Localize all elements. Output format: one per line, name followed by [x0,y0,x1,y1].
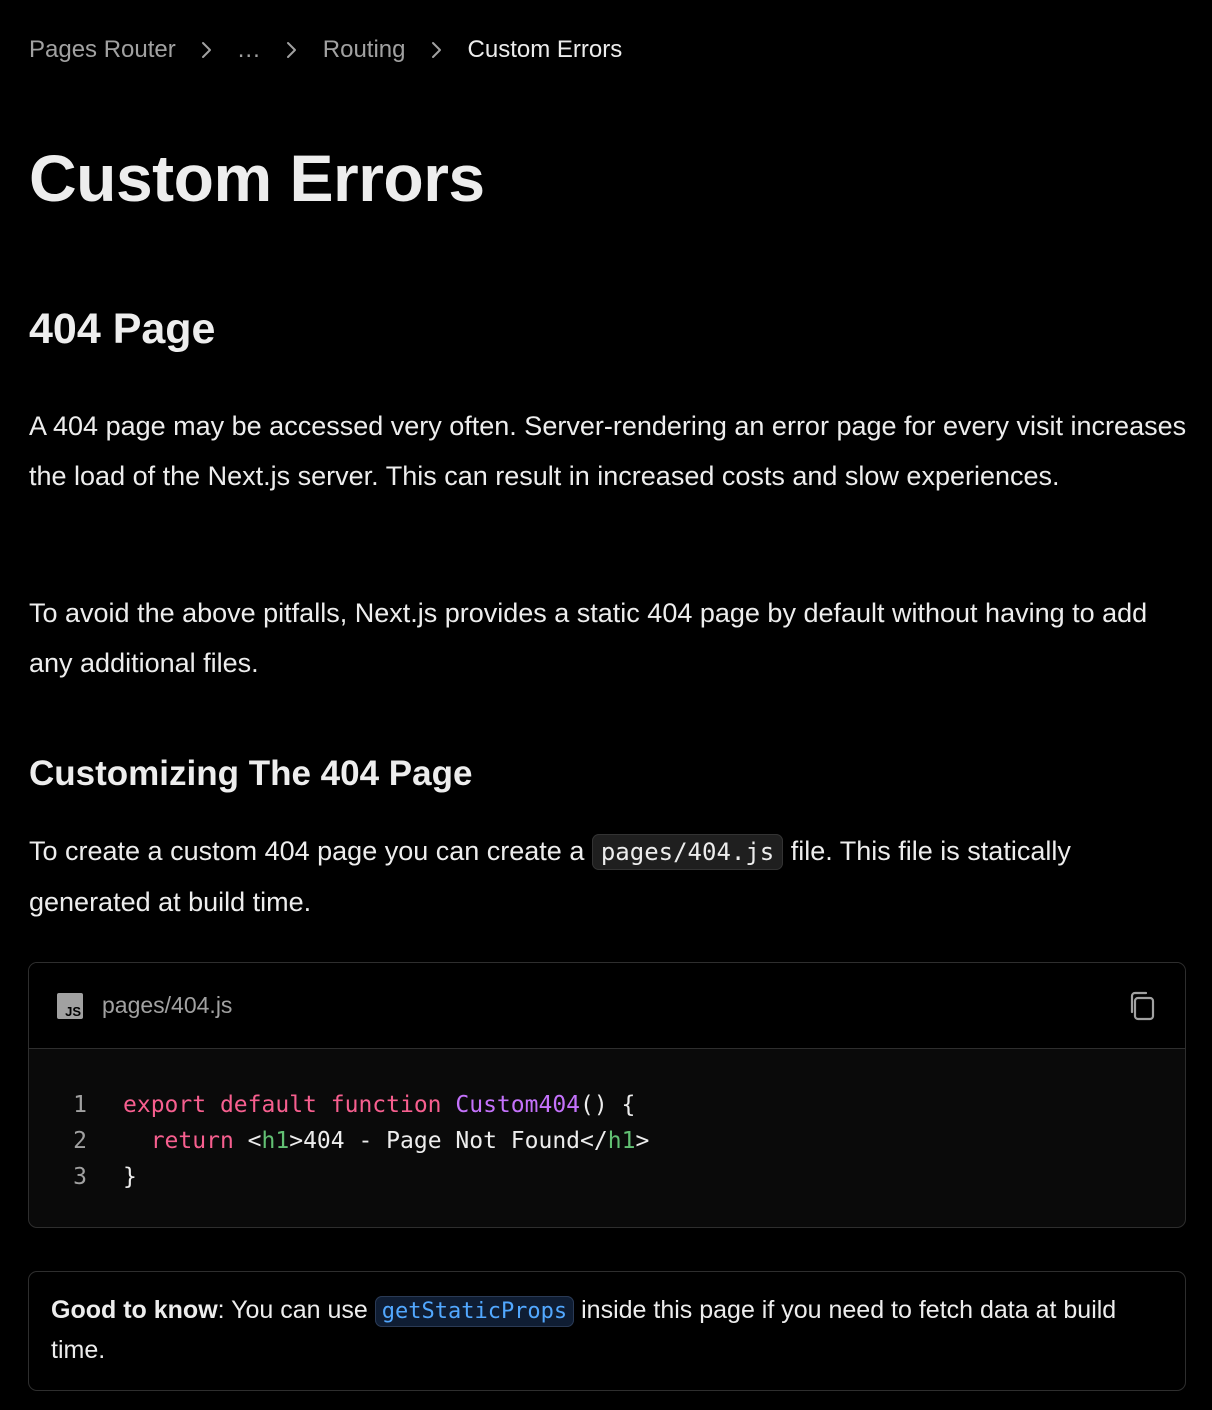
code-content: 1 export default function Custom404() { 2… [29,1049,1185,1195]
line-number: 2 [73,1128,87,1154]
page-title: Custom Errors [29,141,485,215]
callout-label: Good to know [51,1296,218,1324]
copy-icon [1130,991,1155,1020]
chevron-right-icon [261,40,323,60]
code-line: 2 return <h1>404 - Page Not Found</h1> [29,1123,1185,1159]
good-to-know-callout: Good to know: You can use getStaticProps… [28,1271,1186,1391]
chevron-right-icon [406,40,468,60]
callout-text: : You can use [217,1296,375,1324]
inline-code: pages/404.js [591,834,784,870]
breadcrumb-item-pages-router[interactable]: Pages Router [29,33,176,67]
breadcrumb: Pages Router ... Routing Custom Errors [29,33,622,67]
code-block-header: JS pages/404.js [29,963,1185,1049]
paragraph: To create a custom 404 page you can crea… [29,826,1189,927]
code-line: 1 export default function Custom404() { [29,1087,1185,1123]
breadcrumb-current: Custom Errors [467,36,623,63]
breadcrumb-item-ellipsis[interactable]: ... [238,33,261,67]
breadcrumb-item-routing[interactable]: Routing [323,33,406,67]
code-line: 3} [29,1159,1185,1195]
inline-code-link[interactable]: getStaticProps [374,1296,575,1327]
copy-button[interactable] [1125,989,1159,1023]
line-number: 3 [73,1164,87,1190]
line-number: 1 [73,1092,87,1118]
code-filename: pages/404.js [102,992,233,1018]
section-heading-404-page[interactable]: 404 Page [29,301,215,357]
docs-page: Pages Router ... Routing Custom Errors C… [0,0,1212,1410]
paragraph-text: To create a custom 404 page you can crea… [29,836,592,866]
js-file-icon: JS [57,992,83,1019]
chevron-right-icon [176,40,238,60]
paragraph: To avoid the above pitfalls, Next.js pro… [29,598,1148,678]
code-block: JS pages/404.js 1 export default function… [28,962,1186,1228]
paragraph: A 404 page may be accessed very often. S… [29,411,1187,491]
section-heading-customizing-404[interactable]: Customizing The 404 Page [29,750,472,798]
